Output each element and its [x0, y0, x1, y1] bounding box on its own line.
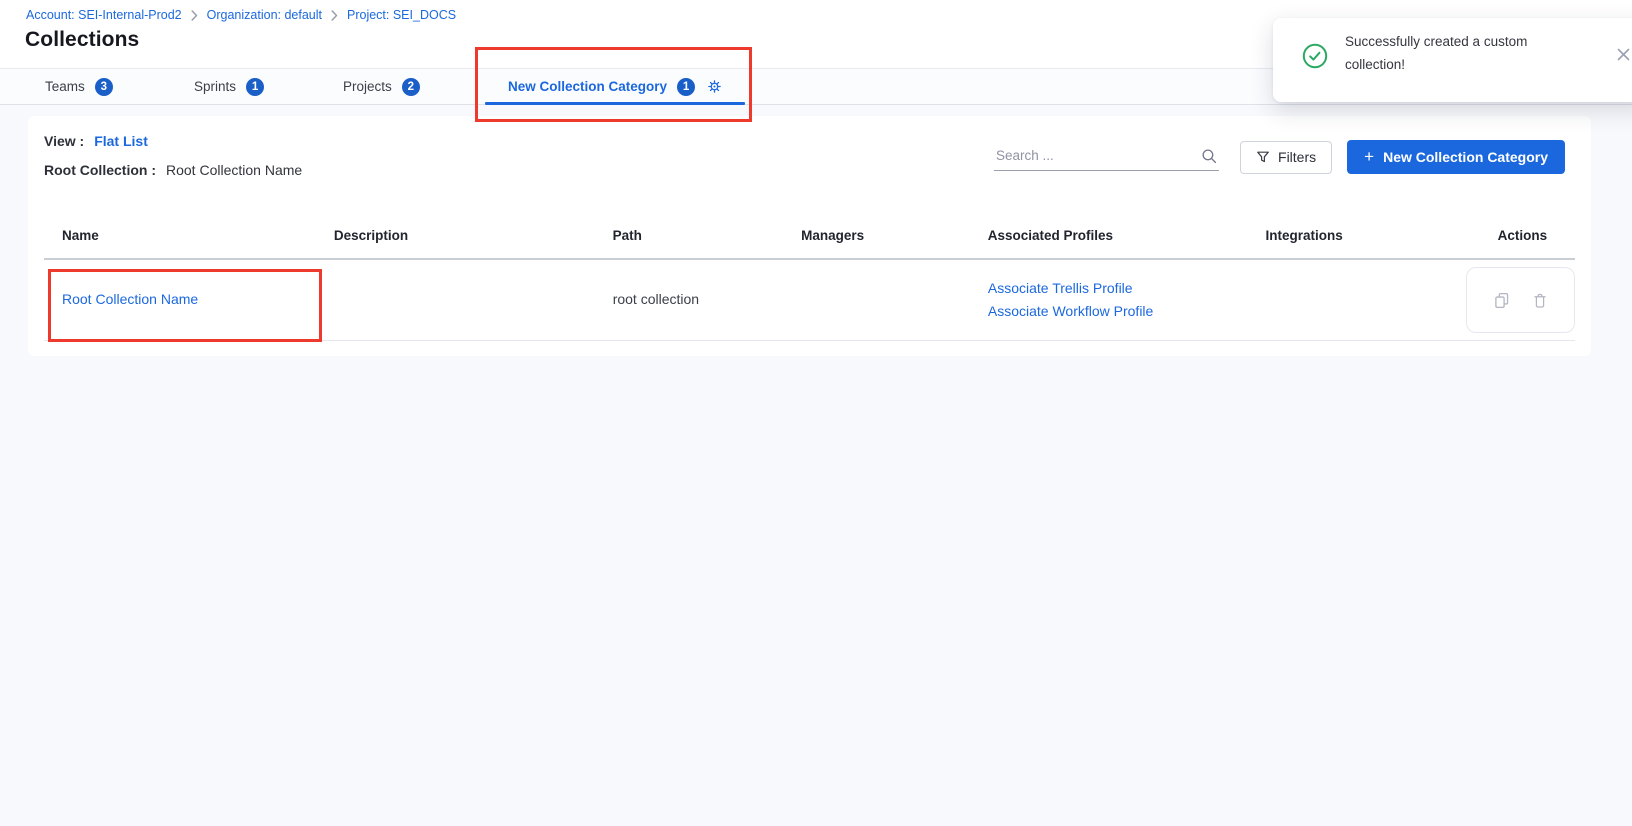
close-icon[interactable]	[1617, 48, 1630, 66]
success-toast: Successfully created a custom collection…	[1273, 18, 1632, 102]
tab-label: New Collection Category	[508, 79, 667, 94]
copy-icon[interactable]	[1492, 291, 1511, 310]
new-collection-category-button[interactable]: + New Collection Category	[1347, 140, 1565, 174]
view-label: View :	[44, 133, 84, 149]
filters-button[interactable]: Filters	[1240, 141, 1332, 174]
chevron-right-icon	[331, 10, 338, 21]
count-badge: 3	[95, 78, 113, 96]
gear-icon[interactable]	[707, 79, 722, 94]
count-badge: 1	[677, 78, 695, 96]
table-header-row: Name Description Path Managers Associate…	[44, 212, 1575, 260]
column-header-integrations: Integrations	[1247, 228, 1479, 243]
breadcrumb-organization-link[interactable]: Organization: default	[207, 8, 322, 22]
root-collection-value: Root Collection Name	[166, 162, 302, 178]
breadcrumb-account-link[interactable]: Account: SEI-Internal-Prod2	[26, 8, 182, 22]
table-row: Root Collection Name root collection Ass…	[44, 260, 1575, 341]
row-actions	[1466, 267, 1575, 333]
collection-name-link[interactable]: Root Collection Name	[62, 291, 198, 307]
path-cell: root collection	[613, 291, 699, 307]
column-header-path: Path	[595, 228, 784, 243]
search-box	[994, 144, 1219, 171]
filters-button-label: Filters	[1278, 149, 1316, 165]
column-header-name: Name	[44, 228, 316, 243]
chevron-right-icon	[191, 10, 198, 21]
root-collection-label: Root Collection :	[44, 162, 156, 178]
active-tab-indicator	[485, 102, 745, 105]
collections-table: Name Description Path Managers Associate…	[44, 212, 1575, 341]
toolbar: Filters + New Collection Category	[994, 140, 1565, 174]
tab-projects[interactable]: Projects 2	[343, 69, 420, 104]
column-header-description: Description	[316, 228, 595, 243]
delete-trash-icon[interactable]	[1531, 291, 1549, 310]
flat-list-link[interactable]: Flat List	[94, 133, 148, 149]
breadcrumb-project-link[interactable]: Project: SEI_DOCS	[347, 8, 456, 22]
tab-sprints[interactable]: Sprints 1	[194, 69, 264, 104]
associate-workflow-profile-link[interactable]: Associate Workflow Profile	[988, 303, 1153, 319]
page-title: Collections	[25, 28, 139, 52]
collections-panel: View : Flat List Root Collection : Root …	[28, 116, 1591, 356]
tab-label: Sprints	[194, 79, 236, 94]
filter-funnel-icon	[1256, 150, 1270, 164]
count-badge: 1	[246, 78, 264, 96]
toast-message: Successfully created a custom collection…	[1345, 30, 1583, 76]
new-collection-category-button-label: New Collection Category	[1383, 149, 1548, 165]
search-icon[interactable]	[1201, 148, 1217, 164]
view-info-block: View : Flat List Root Collection : Root …	[44, 133, 302, 178]
breadcrumb: Account: SEI-Internal-Prod2 Organization…	[26, 8, 456, 22]
search-input[interactable]	[996, 148, 1201, 163]
plus-icon: +	[1364, 148, 1374, 165]
tab-new-collection-category[interactable]: New Collection Category 1	[485, 69, 745, 104]
column-header-actions: Actions	[1480, 228, 1575, 243]
tab-teams[interactable]: Teams 3	[45, 69, 113, 104]
column-header-managers: Managers	[783, 228, 970, 243]
success-check-icon	[1302, 43, 1328, 74]
count-badge: 2	[402, 78, 420, 96]
tab-label: Teams	[45, 79, 85, 94]
column-header-associated-profiles: Associated Profiles	[970, 228, 1248, 243]
associate-trellis-profile-link[interactable]: Associate Trellis Profile	[988, 280, 1133, 296]
tab-label: Projects	[343, 79, 392, 94]
